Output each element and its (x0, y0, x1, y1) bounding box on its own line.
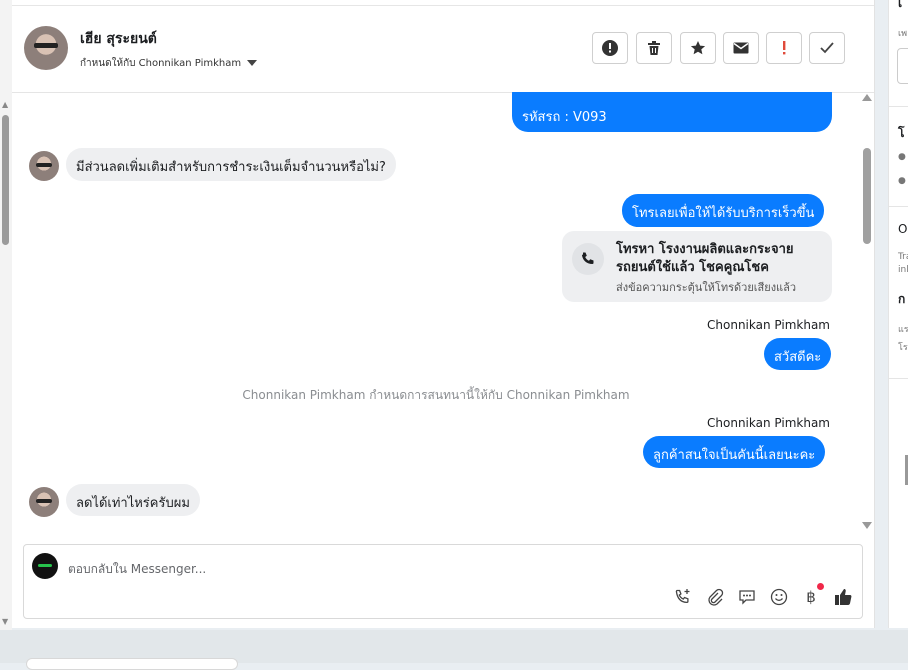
message-text: รหัสรถ : V093 (522, 110, 607, 125)
details-section-title: ก (898, 292, 906, 306)
spam-button[interactable] (766, 32, 802, 64)
bottom-tab[interactable] (26, 658, 238, 670)
check-icon (820, 42, 834, 54)
thread-scrollbar[interactable] (860, 92, 874, 534)
scroll-up-arrow-icon[interactable] (862, 94, 872, 101)
clock-icon: ● (898, 152, 906, 162)
details-text: แร (898, 325, 908, 335)
assignee-label: กำหนดให้กับ Chonnikan Pimkham (80, 58, 242, 69)
phone-plus-icon[interactable] (672, 586, 694, 608)
location-icon: ● (898, 176, 906, 186)
conversation-panel: เฮีย สุระยนต์ กำหนดให้กับ Chonnikan Pimk… (12, 0, 875, 628)
divider (889, 106, 908, 107)
system-message: Chonnikan Pimkham กำหนดการสนทนานี้ให้กับ… (242, 388, 630, 402)
baht-symbol: ฿ (806, 588, 816, 606)
details-heading: เ (898, 0, 903, 10)
message-thread: รหัสรถ : V093 มีส่วนลดเพิ่มเติมสำหรับการ… (12, 92, 874, 534)
sender-name: Chonnikan Pimkham (707, 416, 830, 430)
thumbs-up-icon[interactable] (832, 586, 854, 608)
details-section-title: โ (898, 126, 905, 140)
message-text: มีส่วนลดเพิ่มเติมสำหรับการชำระเงินเต็มจำ… (76, 160, 386, 175)
divider (889, 206, 908, 207)
assignee-dropdown[interactable]: กำหนดให้กับ Chonnikan Pimkham (80, 56, 258, 71)
notification-dot (817, 583, 824, 590)
details-input[interactable] (897, 48, 908, 84)
scroll-up-arrow-icon[interactable]: ▲ (2, 100, 8, 109)
scroll-down-arrow-icon[interactable]: ▼ (2, 617, 8, 626)
message-text: โทรเลยเพื่อให้ได้รับบริการเร็วขึ้น (632, 206, 815, 221)
divider (889, 378, 908, 379)
saved-reply-icon[interactable] (736, 586, 758, 608)
incoming-message[interactable]: ลดได้เท่าไหร่ครับผม (66, 484, 200, 516)
page-logo-avatar (32, 553, 58, 579)
mark-unread-button[interactable] (723, 32, 759, 64)
emoji-icon[interactable] (768, 586, 790, 608)
trash-icon (648, 41, 660, 55)
message-text: ลูกค้าสนใจเป็นคันนี้เลยนะคะ (653, 448, 816, 463)
details-caption: เพ (898, 29, 908, 39)
details-text: Tra (898, 252, 908, 262)
contact-avatar-small[interactable] (29, 151, 59, 181)
contact-avatar-small[interactable] (29, 487, 59, 517)
contact-avatar[interactable] (24, 26, 68, 70)
exclamation-icon (783, 41, 786, 55)
reply-input[interactable]: ตอบกลับใน Messenger... (68, 560, 206, 579)
sender-name: Chonnikan Pimkham (707, 318, 830, 332)
details-text: inl (898, 265, 908, 275)
reply-composer[interactable]: ตอบกลับใน Messenger... ฿ (23, 544, 863, 619)
caret-down-icon (247, 60, 258, 66)
call-request-card[interactable]: โทรหา โรงงานผลิตและกระจายรถยนต์ใช้แล้ว โ… (562, 231, 832, 302)
star-button[interactable] (680, 32, 716, 64)
bottom-bar (0, 630, 908, 670)
contact-name[interactable]: เฮีย สุระยนต์ (80, 28, 157, 50)
call-card-title: โทรหา โรงงานผลิตและกระจายรถยนต์ใช้แล้ว โ… (616, 242, 794, 275)
message-text: ลดได้เท่าไหร่ครับผม (76, 496, 190, 511)
incoming-message[interactable]: มีส่วนลดเพิ่มเติมสำหรับการชำระเงินเต็มจำ… (66, 148, 396, 181)
message-text: สวัสดีคะ (774, 350, 822, 365)
envelope-icon (733, 42, 749, 54)
composer-toolbar: ฿ (672, 583, 854, 608)
left-scrollbar[interactable]: ▲ ▼ (0, 0, 12, 630)
conversation-header: เฮีย สุระยนต์ กำหนดให้กับ Chonnikan Pimk… (12, 6, 874, 93)
star-icon (690, 41, 706, 55)
outgoing-message[interactable]: รหัสรถ : V093 (512, 92, 832, 132)
alert-button[interactable] (592, 32, 628, 64)
paperclip-icon[interactable] (704, 586, 726, 608)
done-button[interactable] (809, 32, 845, 64)
details-section-title: O (898, 222, 908, 236)
thread-scroll-thumb[interactable] (863, 148, 871, 244)
outgoing-message[interactable]: ลูกค้าสนใจเป็นคันนี้เลยนะคะ (643, 436, 826, 468)
call-card-subtitle: ส่งข้อความกระตุ้นให้โทรด้วยเสียงแล้ว (616, 281, 797, 294)
details-text: โร (898, 343, 908, 353)
outgoing-message[interactable]: สวัสดีคะ (764, 338, 832, 370)
left-scroll-thumb[interactable] (2, 115, 9, 245)
outgoing-message[interactable]: โทรเลยเพื่อให้ได้รับบริการเร็วขึ้น (622, 194, 825, 227)
delete-button[interactable] (636, 32, 672, 64)
baht-icon[interactable]: ฿ (800, 583, 824, 608)
scroll-down-arrow-icon[interactable] (862, 522, 872, 529)
exclamation-circle-icon (602, 40, 618, 56)
contact-details-panel: เ เพ โ ● ● O Tra inl ก แร โร (888, 0, 908, 628)
phone-icon (572, 243, 604, 275)
